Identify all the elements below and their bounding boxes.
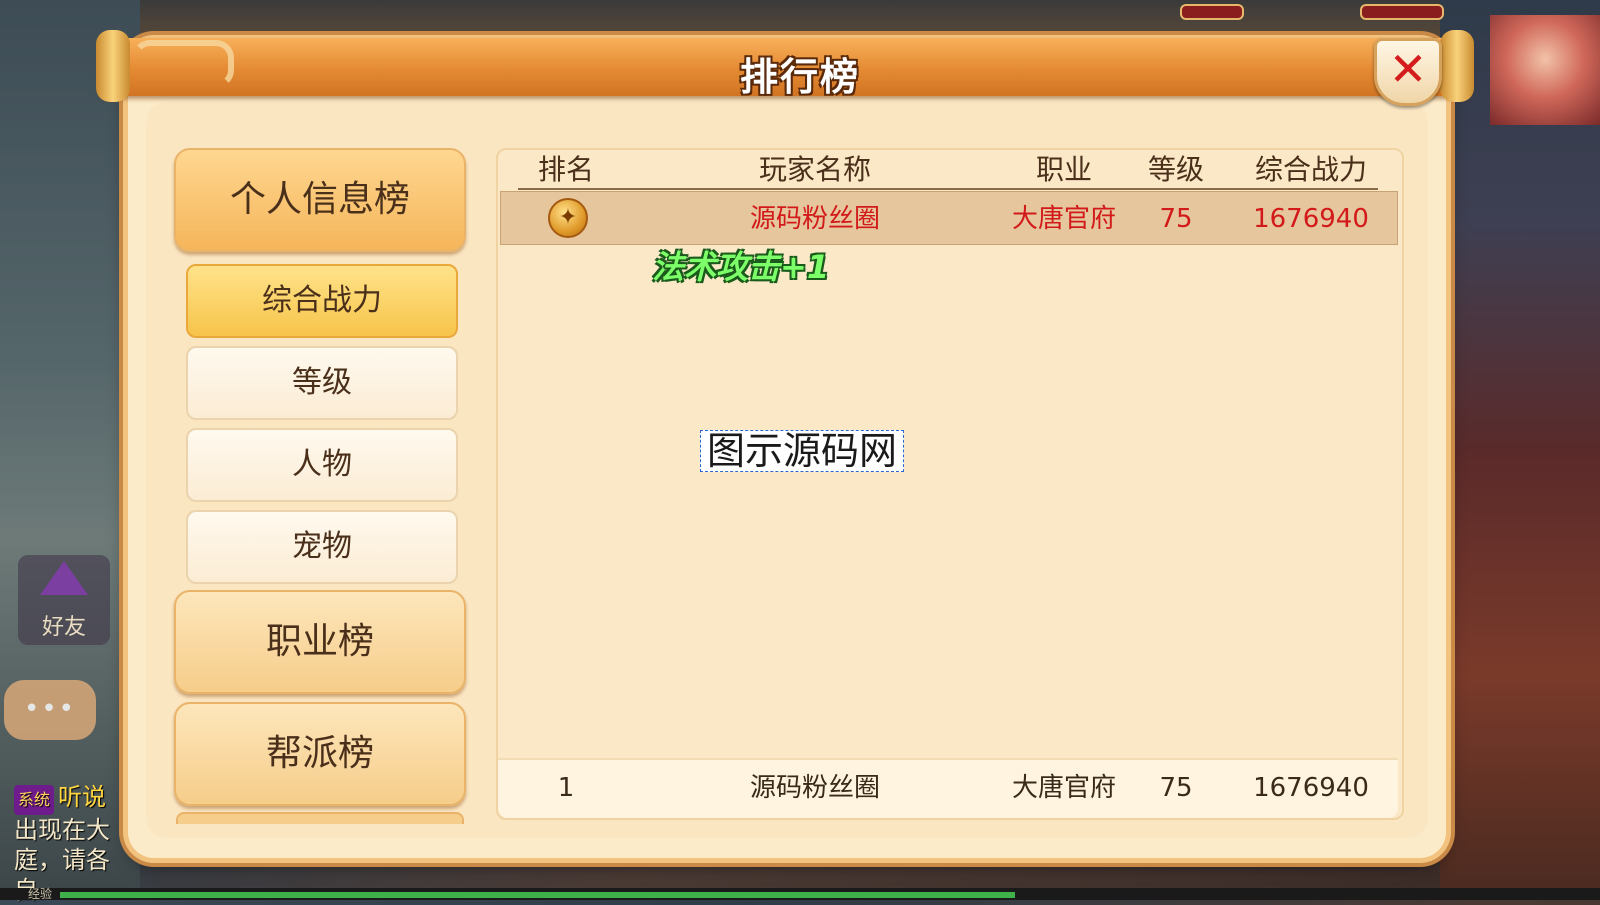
friend-hat-icon <box>40 561 88 595</box>
nav-personal-ranking[interactable]: 个人信息榜 <box>174 148 466 252</box>
gold-medal-icon: ✦ <box>548 198 588 238</box>
experience-label: 经验 <box>28 887 53 901</box>
chat-button[interactable]: ••• <box>4 680 96 740</box>
chat-line-2: 出现在大 <box>14 816 110 844</box>
friend-label: 好友 <box>41 615 86 640</box>
watermark-logo: 图示源码网 <box>700 430 905 472</box>
subnav-combat-power[interactable]: 综合战力 <box>186 264 458 338</box>
row-player-name: 源码粉丝圈 <box>749 204 880 234</box>
hp-bar <box>1180 4 1244 20</box>
header-player-name: 玩家名称 <box>758 153 871 186</box>
my-rank: 1 <box>557 773 575 803</box>
background-scene-right <box>1440 0 1600 900</box>
background-scene-left <box>0 0 140 900</box>
header-combat-power: 综合战力 <box>1254 153 1367 186</box>
ranking-table[interactable] <box>496 148 1404 820</box>
subnav-level-label: 等级 <box>292 365 352 400</box>
experience-bar <box>0 888 1600 900</box>
page-title: 排行榜 <box>739 55 860 99</box>
nav-guild-ranking[interactable]: 帮派榜 <box>174 702 466 806</box>
my-class: 大唐官府 <box>1011 773 1116 803</box>
chat-system-tag: 系统 <box>14 785 55 815</box>
floating-buff-text: 法术攻击+1 <box>652 248 830 286</box>
close-icon: ✕ <box>1388 42 1428 96</box>
header-divider <box>518 188 1378 190</box>
subnav-pet[interactable]: 宠物 <box>186 510 458 584</box>
subnav-character[interactable]: 人物 <box>186 428 458 502</box>
my-combat-power: 1676940 <box>1253 773 1369 803</box>
friend-button[interactable]: 好友 <box>18 555 110 645</box>
nav-class-ranking-label: 职业榜 <box>265 621 374 662</box>
subnav-level[interactable]: 等级 <box>186 346 458 420</box>
nav-scroll-more[interactable] <box>176 812 464 824</box>
my-player-name: 源码粉丝圈 <box>749 773 880 803</box>
subnav-character-label: 人物 <box>292 447 352 482</box>
player-status-bars <box>1140 0 1470 32</box>
row-level: 75 <box>1159 204 1193 234</box>
nav-class-ranking[interactable]: 职业榜 <box>174 590 466 694</box>
mp-bar <box>1360 4 1444 20</box>
experience-fill <box>60 892 1015 898</box>
subnav-pet-label: 宠物 <box>292 529 352 564</box>
close-button[interactable]: ✕ <box>1374 38 1442 106</box>
header-level: 等级 <box>1147 153 1204 186</box>
header-class: 职业 <box>1035 153 1092 186</box>
row-class: 大唐官府 <box>1011 204 1116 234</box>
header-rank: 排名 <box>537 153 594 186</box>
my-level: 75 <box>1159 773 1193 803</box>
row-combat-power: 1676940 <box>1253 204 1369 234</box>
chat-line-1: 听说 <box>58 783 107 811</box>
chat-bubble-icon: ••• <box>23 694 76 724</box>
nav-guild-ranking-label: 帮派榜 <box>265 733 374 774</box>
nav-personal-ranking-label: 个人信息榜 <box>229 179 410 220</box>
subnav-combat-power-label: 综合战力 <box>262 283 382 318</box>
